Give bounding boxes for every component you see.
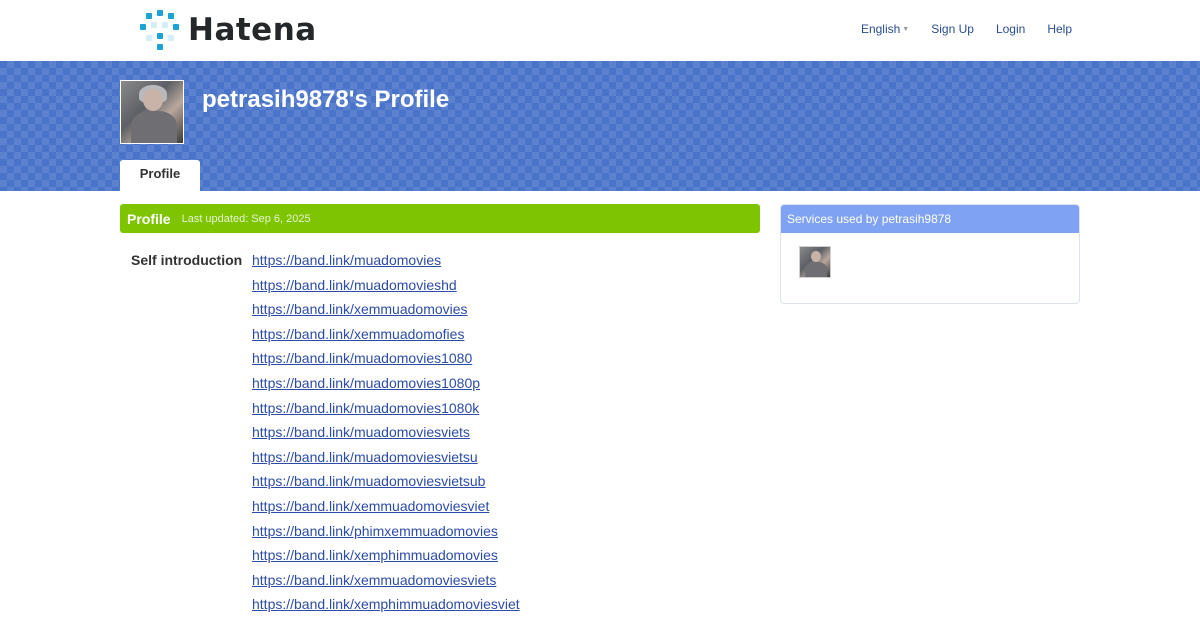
intro-link[interactable]: https://band.link/muadomovies1080k [252, 400, 479, 416]
list-item: https://band.link/muadomovieshd [252, 277, 520, 302]
caret-down-icon: ▼ [902, 26, 910, 33]
list-item: https://band.link/muadomoviesvietsu [252, 449, 520, 474]
list-item: https://band.link/xemphimmuadomovies [252, 547, 520, 572]
intro-link[interactable]: https://band.link/xemmuadomoviesviet [252, 498, 489, 514]
profile-banner: petrasih9878's Profile Profile [0, 61, 1200, 191]
intro-link[interactable]: https://band.link/muadomoviesvietsu [252, 449, 478, 465]
intro-link[interactable]: https://band.link/xemmuadomoviesviets [252, 572, 496, 588]
service-avatar[interactable] [799, 246, 831, 278]
list-item: https://band.link/phimxemmuadomovies [252, 523, 520, 548]
hatena-dots-logo-icon [140, 10, 182, 50]
list-item: https://band.link/muadomoviesvietsub [252, 473, 520, 498]
list-item: https://band.link/muadomovies1080k [252, 400, 520, 425]
language-selector[interactable]: English ▼ [861, 22, 909, 36]
list-item: https://band.link/xemmuadomoviesviet [252, 498, 520, 523]
top-nav: English ▼ Sign Up Login Help [861, 22, 1072, 36]
intro-link[interactable]: https://band.link/phimxemmuadomovies [252, 523, 498, 539]
avatar[interactable] [120, 80, 184, 144]
intro-link[interactable]: https://band.link/xemmuadomovies [252, 301, 468, 317]
intro-link[interactable]: https://band.link/muadomovieshd [252, 277, 457, 293]
intro-link[interactable]: https://band.link/muadomovies1080 [252, 350, 472, 366]
intro-link[interactable]: https://band.link/xemphimmuadomoviesviet [252, 596, 520, 612]
list-item: https://band.link/muadomovies1080p [252, 375, 520, 400]
tab-profile[interactable]: Profile [120, 160, 200, 191]
intro-link[interactable]: https://band.link/muadomoviesvietsub [252, 473, 485, 489]
login-link[interactable]: Login [996, 22, 1025, 36]
intro-link[interactable]: https://band.link/muadomovies [252, 252, 441, 268]
intro-link[interactable]: https://band.link/muadomoviesviets [252, 424, 470, 440]
page-title: petrasih9878's Profile [202, 86, 450, 113]
list-item: https://band.link/xemmuadomovies [252, 301, 520, 326]
last-updated: Last updated: Sep 6, 2025 [181, 212, 311, 225]
hatena-logo[interactable]: Hatena [140, 10, 317, 50]
top-header: Hatena English ▼ Sign Up Login Help [0, 0, 1200, 62]
language-label: English [860, 22, 901, 36]
help-link[interactable]: Help [1047, 22, 1072, 36]
services-title: Services used by petrasih9878 [781, 205, 1079, 233]
list-item: https://band.link/xemmuadomoviesviets [252, 572, 520, 597]
sign-up-link[interactable]: Sign Up [931, 22, 974, 36]
list-item: https://band.link/muadomovies [252, 252, 520, 277]
self-introduction-links: https://band.link/muadomovies https://ba… [252, 252, 520, 621]
logo-text: Hatena [188, 12, 317, 48]
profile-section-header: Profile Last updated: Sep 6, 2025 [120, 204, 760, 233]
list-item: https://band.link/xemphimmuadomoviesviet [252, 596, 520, 621]
services-panel: Services used by petrasih9878 [780, 204, 1080, 304]
intro-link[interactable]: https://band.link/xemmuadomofies [252, 326, 464, 342]
intro-link[interactable]: https://band.link/muadomovies1080p [252, 375, 480, 391]
section-title: Profile [127, 210, 171, 227]
list-item: https://band.link/muadomovies1080 [252, 350, 520, 375]
self-introduction-label: Self introduction [131, 252, 243, 268]
list-item: https://band.link/xemmuadomofies [252, 326, 520, 351]
intro-link[interactable]: https://band.link/xemphimmuadomovies [252, 547, 498, 563]
list-item: https://band.link/muadomoviesviets [252, 424, 520, 449]
